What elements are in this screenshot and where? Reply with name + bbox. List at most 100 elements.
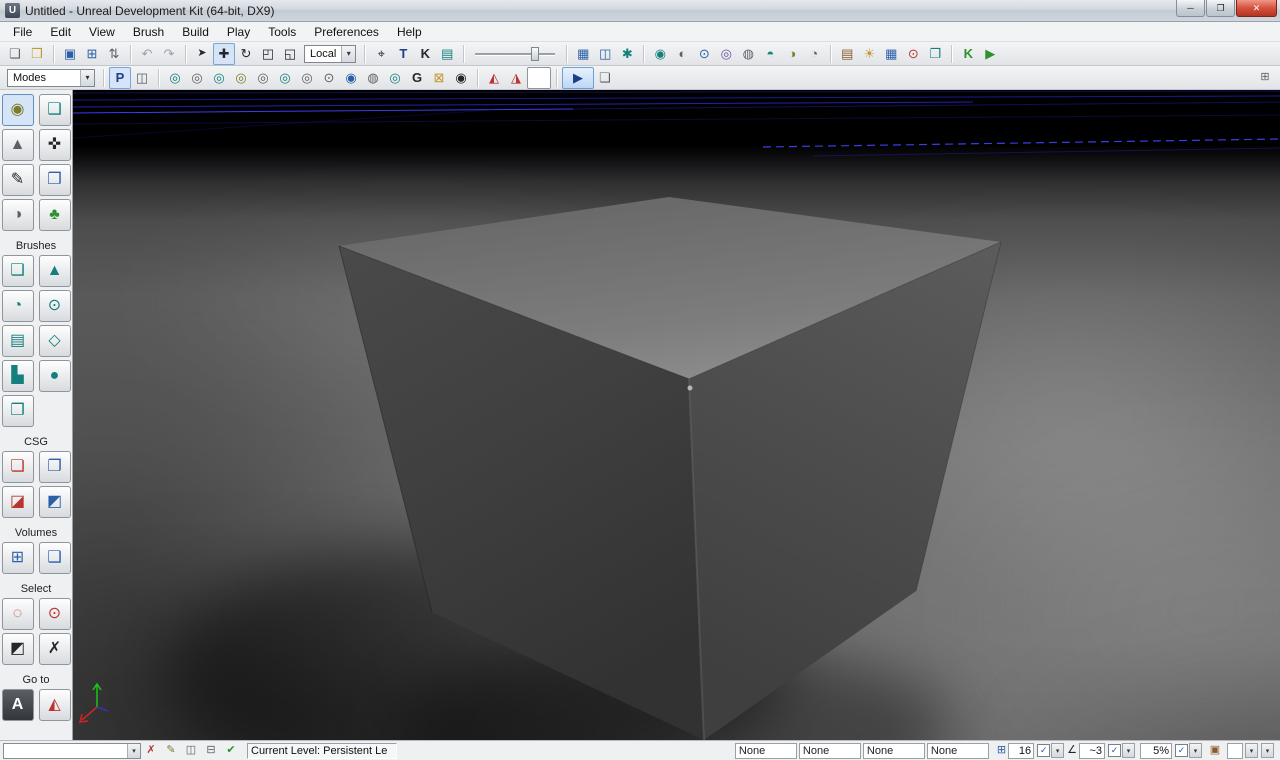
scale-tool-button[interactable]: ◰ bbox=[257, 43, 279, 65]
lock-viewport-button[interactable]: ⊠ bbox=[428, 67, 450, 89]
texture-align-mode-button[interactable]: ✜ bbox=[38, 129, 71, 161]
view-flag-7-button[interactable]: ◑ bbox=[781, 43, 803, 65]
matinee-button[interactable]: ✱ bbox=[616, 43, 638, 65]
save-all-button[interactable]: ⊞ bbox=[81, 43, 103, 65]
view-flag-6-button[interactable]: ◓ bbox=[759, 43, 781, 65]
add-volume-button[interactable]: ⊞ bbox=[1, 542, 34, 574]
stat-field[interactable] bbox=[1227, 742, 1243, 759]
maximize-button[interactable]: ❐ bbox=[1206, 0, 1235, 17]
split-view-button[interactable]: ◫ bbox=[131, 67, 153, 89]
float-viewport-button[interactable]: ❏ bbox=[594, 67, 616, 89]
generic-browser-button[interactable]: ▦ bbox=[572, 43, 594, 65]
camera-speed-slider[interactable] bbox=[475, 45, 556, 63]
menu-edit[interactable]: Edit bbox=[41, 23, 80, 41]
blocking-volume-button[interactable]: ❑ bbox=[38, 542, 71, 574]
view-flag-2-button[interactable]: ◐ bbox=[671, 43, 693, 65]
menu-file[interactable]: File bbox=[4, 23, 41, 41]
split-vertical-button[interactable]: ⊟ bbox=[201, 742, 221, 760]
brush-cylinder-button[interactable]: ⊙ bbox=[38, 290, 71, 322]
property-field-3[interactable]: None bbox=[862, 742, 925, 759]
save-button[interactable]: ▣ bbox=[59, 43, 81, 65]
menu-build[interactable]: Build bbox=[173, 23, 218, 41]
select-invert-button[interactable]: ✗ bbox=[38, 633, 71, 665]
static-mesh-mode-button[interactable]: ❒ bbox=[38, 164, 71, 196]
csg-add-button[interactable]: ❏ bbox=[1, 451, 34, 483]
brush-sphere-button[interactable]: ● bbox=[38, 360, 71, 392]
build-lighting-button[interactable]: ☀ bbox=[858, 43, 880, 65]
realtime-toggle-button[interactable]: ◭ bbox=[483, 67, 505, 89]
brush-cube-button[interactable]: ❑ bbox=[1, 255, 34, 287]
status-filter-select[interactable]: ▾ bbox=[3, 742, 141, 759]
csg-intersect-button[interactable]: ◪ bbox=[1, 486, 34, 518]
translate-tool-button[interactable]: ✚ bbox=[213, 42, 235, 65]
viewport-3d[interactable] bbox=[73, 90, 1280, 740]
brush-volumetric-button[interactable]: ❒ bbox=[1, 395, 34, 427]
property-field-2[interactable]: None bbox=[798, 742, 861, 759]
view-group-11-button[interactable]: ◎ bbox=[384, 67, 406, 89]
view-group-6-button[interactable]: ◎ bbox=[274, 67, 296, 89]
select-tool-button[interactable]: ➤ bbox=[191, 43, 213, 65]
goto-actor-button[interactable]: A bbox=[1, 689, 34, 721]
close-button[interactable]: ✕ bbox=[1236, 0, 1277, 17]
edit-properties-button[interactable]: ✎ bbox=[161, 742, 181, 760]
menu-play[interactable]: Play bbox=[218, 23, 259, 41]
perspective-toggle-button[interactable]: P bbox=[109, 66, 131, 89]
maximize-viewport-button[interactable] bbox=[527, 66, 551, 89]
brush-wireframe-button[interactable]: ◮ bbox=[505, 67, 527, 89]
new-level-button[interactable]: ❏ bbox=[4, 43, 26, 65]
terrain-mode-button[interactable]: ▲ bbox=[1, 129, 34, 161]
foliage-mode-button[interactable]: ♣ bbox=[38, 199, 71, 231]
redo-button[interactable]: ↷ bbox=[158, 43, 180, 65]
view-flag-3-button[interactable]: ⊙ bbox=[693, 43, 715, 65]
build-status-button[interactable]: ▣ bbox=[1205, 742, 1225, 760]
view-group-8-button[interactable]: ⊙ bbox=[318, 67, 340, 89]
select-inside-button[interactable]: ◌ bbox=[1, 598, 34, 630]
view-group-10-button[interactable]: ◍ bbox=[362, 67, 384, 89]
kismet-debug-button[interactable]: K bbox=[957, 43, 979, 65]
view-flag-1-button[interactable]: ◉ bbox=[649, 43, 671, 65]
rotate-tool-button[interactable]: ↻ bbox=[235, 43, 257, 65]
geometry-mode-button[interactable]: ❑ bbox=[38, 94, 71, 126]
content-browser-button[interactable]: ▤ bbox=[436, 43, 458, 65]
view-flag-4-button[interactable]: ◎ bbox=[715, 43, 737, 65]
menu-tools[interactable]: Tools bbox=[259, 23, 305, 41]
build-all-button[interactable]: ❐ bbox=[924, 43, 946, 65]
view-group-1-button[interactable]: ◎ bbox=[164, 67, 186, 89]
grid-size-dropdown[interactable]: ▾ bbox=[1051, 743, 1065, 758]
play-in-viewport-button[interactable]: ▶ bbox=[562, 66, 594, 89]
show-flags-button[interactable]: ◉ bbox=[450, 67, 472, 89]
select-touching-button[interactable]: ⊙ bbox=[38, 598, 71, 630]
game-view-button[interactable]: G bbox=[406, 67, 428, 89]
split-horizontal-button[interactable]: ◫ bbox=[181, 742, 201, 760]
menu-view[interactable]: View bbox=[80, 23, 124, 41]
menu-help[interactable]: Help bbox=[388, 23, 431, 41]
level-check-button[interactable]: ✔ bbox=[221, 742, 241, 760]
undo-button[interactable]: ↶ bbox=[136, 43, 158, 65]
brush-cone-button[interactable]: ▲ bbox=[38, 255, 71, 287]
grid-size-field[interactable]: 16 bbox=[1008, 742, 1035, 759]
slider-thumb[interactable] bbox=[531, 46, 540, 61]
property-field-4[interactable]: None bbox=[926, 742, 989, 759]
view-group-3-button[interactable]: ◎ bbox=[208, 67, 230, 89]
build-geometry-button[interactable]: ▤ bbox=[836, 43, 858, 65]
grid-snap-checkbox[interactable]: ✓ bbox=[1037, 744, 1051, 757]
curve-editor-button[interactable]: ◫ bbox=[594, 43, 616, 65]
build-paths-button[interactable]: ▦ bbox=[880, 43, 902, 65]
search-actors-button[interactable]: ⌖ bbox=[370, 43, 392, 65]
clear-selection-button[interactable]: ✗ bbox=[141, 742, 161, 760]
kismet-button[interactable]: K bbox=[414, 43, 436, 65]
dock-pin-button[interactable]: ⊞ bbox=[1254, 67, 1276, 89]
goto-builder-brush-button[interactable]: ◭ bbox=[38, 689, 71, 721]
coordinate-system-select[interactable]: Local ▾ bbox=[304, 44, 357, 63]
camera-mode-button[interactable]: ◉ bbox=[1, 94, 34, 126]
import-button[interactable]: ⇅ bbox=[103, 43, 125, 65]
play-in-editor-button[interactable]: ▶ bbox=[979, 43, 1001, 65]
brush-clip-mode-button[interactable]: ◑ bbox=[1, 199, 34, 231]
scale-snap-field[interactable]: 5% bbox=[1140, 742, 1172, 759]
view-group-2-button[interactable]: ◎ bbox=[186, 67, 208, 89]
brush-sheet-button[interactable]: ▤ bbox=[1, 325, 34, 357]
stat-dropdown[interactable]: ▾ bbox=[1245, 743, 1258, 758]
build-cover-button[interactable]: ⊙ bbox=[902, 43, 924, 65]
csg-subtract-button[interactable]: ❐ bbox=[38, 451, 71, 483]
open-level-button[interactable]: ❒ bbox=[26, 43, 48, 65]
